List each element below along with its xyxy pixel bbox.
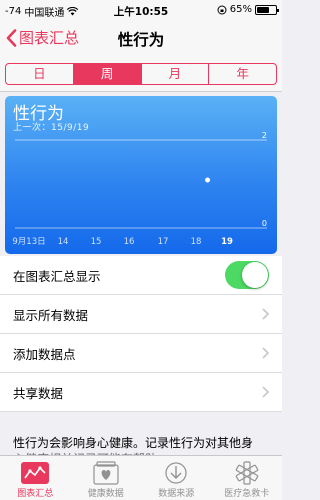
share-data-row[interactable]: 共享数据: [0, 373, 282, 412]
tab-health-data-label: 健康数据: [87, 489, 124, 499]
period-segmented-control: 日 周 月 年: [5, 63, 277, 85]
share-data-label: 共享数据: [13, 385, 64, 401]
tab-sources-label: 数据来源: [158, 489, 195, 499]
chevron-right-icon: [262, 347, 269, 359]
x-tick-label: 9月13日: [12, 237, 45, 247]
add-data-point-label: 添加数据点: [13, 346, 76, 362]
chevron-right-icon: [262, 308, 269, 320]
tab-medical-id[interactable]: 医疗急救卡: [212, 456, 283, 500]
show-all-data-row[interactable]: 显示所有数据: [0, 295, 282, 334]
status-right: 65%: [217, 4, 279, 15]
show-in-summary-label: 在图表汇总显示: [13, 268, 101, 284]
options-list: 在图表汇总显示 显示所有数据 添加数据点 共享数据: [0, 256, 282, 412]
show-all-data-label: 显示所有数据: [13, 307, 89, 323]
tab-bar: 图表汇总 健康数据 数据来源 医疗急救卡: [0, 455, 282, 500]
tab-health-data[interactable]: 健康数据: [71, 456, 142, 500]
segment-month[interactable]: 月: [142, 64, 210, 84]
dashboard-icon: [21, 462, 50, 484]
segment-year[interactable]: 年: [209, 64, 276, 84]
tab-medical-id-label: 医疗急救卡: [224, 489, 270, 499]
segment-day[interactable]: 日: [6, 64, 74, 84]
tab-sources[interactable]: 数据来源: [141, 456, 212, 500]
data-point: [204, 177, 211, 183]
chart-plot: 2 0 9月13日 14 15 16 17 18 19: [12, 131, 267, 247]
x-tick-label: 19: [221, 237, 233, 247]
y-tick-label: 2: [262, 131, 267, 140]
segment-bar: 日 周 月 年: [0, 56, 282, 92]
nav-bar: 图表汇总 性行为: [0, 20, 282, 56]
x-tick-label: 14: [58, 237, 69, 247]
tab-dashboard[interactable]: 图表汇总: [0, 456, 71, 500]
y-tick-label: 0: [262, 219, 267, 228]
x-tick-label: 15: [91, 237, 102, 247]
battery-percent: 65%: [229, 4, 252, 15]
chevron-right-icon: [262, 386, 269, 398]
toggle-knob: [242, 262, 268, 288]
medical-asterisk-icon: [235, 461, 259, 485]
battery-icon: [255, 4, 279, 15]
chart-card[interactable]: 性行为 上一次：15/9/19 2 0 9月13日 14 15 16 17 18 19: [5, 96, 277, 254]
x-tick-label: 18: [191, 237, 202, 247]
show-in-summary-row: 在图表汇总显示: [0, 256, 282, 295]
orientation-lock-icon: [217, 5, 227, 14]
tab-dashboard-label: 图表汇总: [17, 489, 54, 499]
page-title: 性行为: [117, 31, 165, 49]
status-bar: -74 中国联通 上午10:55 65%: [0, 0, 282, 20]
x-tick-label: 17: [158, 237, 169, 247]
show-in-summary-toggle[interactable]: [225, 261, 269, 289]
download-icon: [165, 462, 187, 484]
health-data-icon: [93, 461, 119, 485]
add-data-point-row[interactable]: 添加数据点: [0, 334, 282, 373]
x-tick-label: 16: [124, 237, 135, 247]
segment-week[interactable]: 周: [73, 64, 142, 84]
